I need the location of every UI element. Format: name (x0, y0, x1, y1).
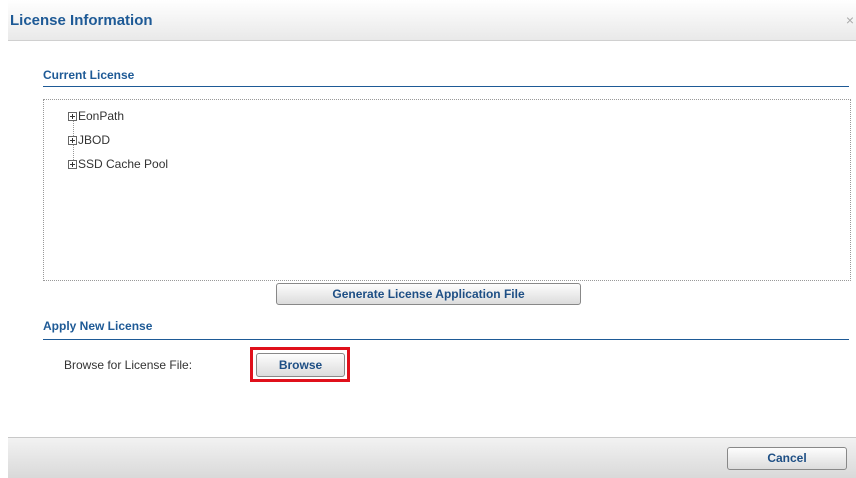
tree-item-jbod[interactable]: JBOD (68, 132, 110, 148)
apply-license-heading: Apply New License (43, 319, 153, 333)
tree-item-label: EonPath (78, 109, 125, 123)
cancel-button[interactable]: Cancel (727, 447, 847, 470)
current-license-heading: Current License (43, 68, 135, 82)
generate-license-file-button[interactable]: Generate License Application File (276, 283, 581, 305)
tree-item-ssd-cache-pool[interactable]: SSD Cache Pool (68, 156, 168, 172)
plus-expander-icon[interactable] (68, 135, 77, 145)
browse-file-label: Browse for License File: (64, 358, 193, 372)
current-license-divider (43, 86, 849, 87)
dialog-titlebar: License Information × (8, 0, 856, 41)
close-icon[interactable]: × (846, 12, 854, 28)
dialog-footer: Cancel (8, 437, 856, 478)
tree-item-label: JBOD (78, 133, 111, 147)
license-tree: EonPath JBOD SSD Cache Pool (43, 99, 851, 281)
plus-expander-icon[interactable] (68, 159, 77, 169)
browse-button[interactable]: Browse (256, 353, 345, 377)
tree-item-label: SSD Cache Pool (78, 157, 169, 171)
tree-item-eonpath[interactable]: EonPath (68, 108, 124, 124)
license-dialog: License Information × Current License Eo… (0, 0, 856, 478)
apply-license-divider (43, 339, 849, 340)
dialog-title: License Information (10, 12, 153, 29)
plus-expander-icon[interactable] (68, 111, 77, 121)
